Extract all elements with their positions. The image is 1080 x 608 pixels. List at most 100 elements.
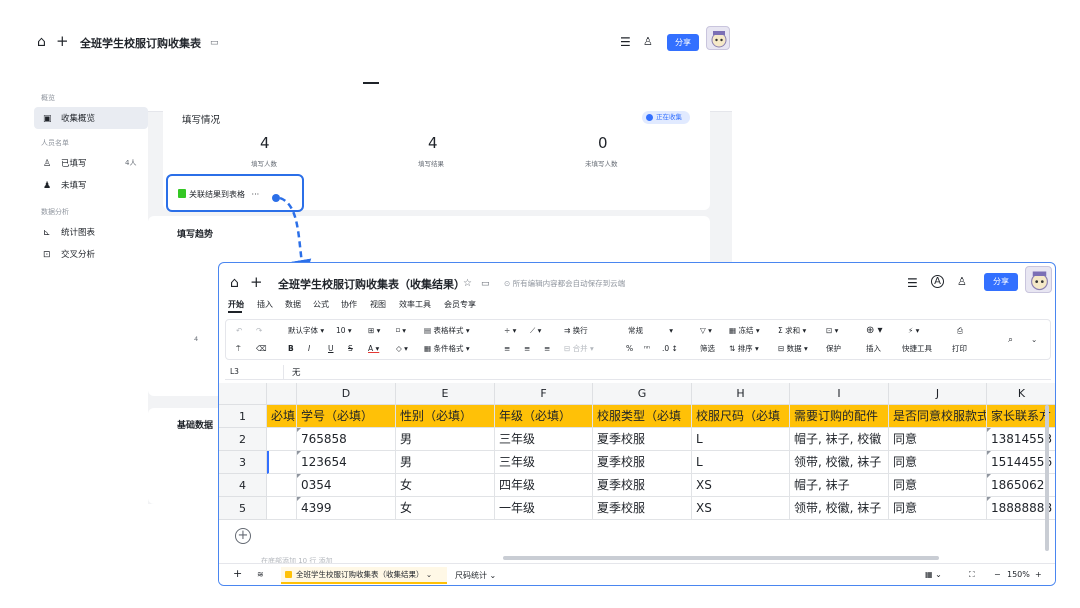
avatar[interactable]	[706, 26, 730, 50]
sheet-tab-size-stats[interactable]: 尺码统计 ⌄	[455, 570, 496, 581]
cond-format-button[interactable]: ▦ 条件格式 ▾	[424, 344, 470, 354]
fullscreen-icon[interactable]: ⛶	[969, 570, 975, 580]
table-cell[interactable]: 夏季校服	[593, 497, 692, 520]
quick-tools-button[interactable]: 快捷工具	[902, 344, 932, 354]
row-header-2[interactable]: 2	[219, 428, 267, 451]
align-left-icon[interactable]: ≡	[504, 344, 510, 354]
header-cell[interactable]: 必填	[267, 405, 297, 428]
highlight-button[interactable]: ◇ ▾	[396, 344, 408, 354]
filter-button[interactable]: 筛选	[700, 344, 715, 354]
table-cell[interactable]: 同意	[889, 428, 987, 451]
font-size-select[interactable]: 10 ▾	[336, 326, 352, 336]
table-cell[interactable]: 三年级	[495, 428, 593, 451]
menu-member[interactable]: 会员专享	[444, 299, 476, 310]
header-cell[interactable]: 校服类型（必填	[593, 405, 692, 428]
menu-start[interactable]: 开始	[228, 299, 244, 310]
table-cell[interactable]	[267, 497, 297, 520]
header-cell[interactable]: 校服尺码（必填	[692, 405, 790, 428]
header-cell[interactable]: 是否同意校服款式	[889, 405, 987, 428]
row-header-4[interactable]: 4	[219, 474, 267, 497]
align-center-icon[interactable]: ≡	[524, 344, 530, 354]
zoom-in-icon[interactable]: +	[1035, 570, 1042, 579]
fill-icon[interactable]: ⌑ ▾	[396, 326, 406, 336]
star-icon[interactable]: ☆	[463, 277, 472, 291]
sidebar-item-unfilled[interactable]: ♟ 未填写	[43, 179, 87, 191]
table-cell[interactable]	[267, 474, 297, 497]
lock-icon[interactable]: ⊡ ▾	[826, 326, 838, 336]
table-cell[interactable]: XS	[692, 497, 790, 520]
print-button[interactable]: 打印	[952, 344, 967, 354]
vertical-scrollbar[interactable]	[1045, 405, 1049, 551]
strike-button[interactable]: S	[348, 344, 353, 354]
col-header-i[interactable]: I	[790, 383, 889, 405]
table-cell[interactable]: 765858	[297, 428, 396, 451]
col-header-k[interactable]: K	[987, 383, 1055, 405]
add-icon[interactable]: +	[250, 275, 263, 290]
more-icon[interactable]: ···	[252, 190, 260, 199]
add-sheet-icon[interactable]: +	[233, 567, 242, 580]
number-format-select[interactable]: 常规 ▾	[628, 326, 673, 336]
freeze-button[interactable]: ▦ 冻结 ▾	[729, 326, 760, 336]
table-cell[interactable]: 帽子, 袜子	[790, 474, 889, 497]
menu-icon[interactable]: ☰	[907, 276, 918, 290]
chevron-down-icon[interactable]: ⌄	[1031, 335, 1037, 345]
table-cell[interactable]: 女	[396, 497, 495, 520]
col-header-f[interactable]: F	[495, 383, 593, 405]
sidebar-item-filled[interactable]: ♙ 已填写	[43, 157, 87, 169]
table-cell[interactable]: 0354	[297, 474, 396, 497]
table-cell[interactable]: L	[692, 428, 790, 451]
wrap-button[interactable]: ⇉ 换行	[564, 326, 588, 336]
table-cell[interactable]: 领带, 校徽, 袜子	[790, 451, 889, 474]
sheet-list-icon[interactable]: ≋	[257, 570, 264, 579]
table-cell[interactable]: 夏季校服	[593, 451, 692, 474]
header-cell[interactable]: 需要订购的配件	[790, 405, 889, 428]
link-to-sheet-button[interactable]: 关联结果到表格 ···	[178, 189, 259, 200]
folder-icon[interactable]: ▭	[210, 36, 219, 50]
decimal-button[interactable]: .0 ↕	[662, 344, 678, 354]
select-all-corner[interactable]	[219, 383, 267, 405]
col-header-g[interactable]: G	[593, 383, 692, 405]
align-v-icon[interactable]: ÷ ▾	[504, 326, 516, 336]
thousands-button[interactable]: ⁿⁿ	[644, 344, 650, 354]
table-cell-selected[interactable]	[267, 451, 297, 474]
font-select[interactable]: 默认字体 ▾	[288, 326, 324, 336]
align-right-icon[interactable]: ≡	[544, 344, 550, 354]
table-cell[interactable]: 女	[396, 474, 495, 497]
table-cell[interactable]: 4399	[297, 497, 396, 520]
table-cell[interactable]	[267, 428, 297, 451]
insert-button[interactable]: 插入	[866, 344, 881, 354]
data-button[interactable]: ⊟ 数据 ▾	[778, 344, 808, 354]
table-cell[interactable]: 男	[396, 451, 495, 474]
formula-input[interactable]: 无	[292, 366, 301, 378]
menu-collab[interactable]: 协作	[341, 299, 357, 310]
star-icon[interactable]: ☆	[193, 36, 202, 50]
redo-icon[interactable]: ↷	[256, 326, 262, 336]
sheet-tab-active[interactable]: 全班学生校服订购收集表（收集结果） ⌄	[281, 567, 447, 584]
home-icon[interactable]: ⌂	[230, 276, 239, 290]
menu-insert[interactable]: 插入	[257, 299, 273, 310]
table-cell[interactable]: 三年级	[495, 451, 593, 474]
table-cell[interactable]: L	[692, 451, 790, 474]
avatar[interactable]	[1025, 266, 1052, 293]
col-header-h[interactable]: H	[692, 383, 790, 405]
merge-button[interactable]: ⊟ 合并 ▾	[564, 344, 594, 354]
header-cell[interactable]: 性别（必填）	[396, 405, 495, 428]
font-color-button[interactable]: A ▾	[368, 344, 379, 354]
rotate-icon[interactable]: ⟋ ▾	[530, 326, 541, 336]
col-header-d[interactable]: D	[297, 383, 396, 405]
quick-tools-icon[interactable]: ⚡ ▾	[908, 326, 919, 336]
header-cell[interactable]: 年级（必填）	[495, 405, 593, 428]
user-add-icon[interactable]: ♙	[957, 275, 967, 289]
format-painter-icon[interactable]: ⍑	[236, 344, 241, 354]
table-cell[interactable]: 帽子, 袜子, 校徽	[790, 428, 889, 451]
table-cell[interactable]: XS	[692, 474, 790, 497]
col-header-c[interactable]	[267, 383, 297, 405]
share-button[interactable]: 分享	[667, 34, 699, 51]
table-cell[interactable]: 123654	[297, 451, 396, 474]
italic-button[interactable]: I	[308, 344, 310, 354]
row-header-5[interactable]: 5	[219, 497, 267, 520]
table-cell[interactable]: 同意	[889, 451, 987, 474]
sidebar-item-cross[interactable]: ⊡ 交叉分析	[43, 248, 95, 260]
percent-button[interactable]: %	[626, 344, 633, 354]
view-mode-icon[interactable]: ▦ ⌄	[925, 570, 942, 579]
